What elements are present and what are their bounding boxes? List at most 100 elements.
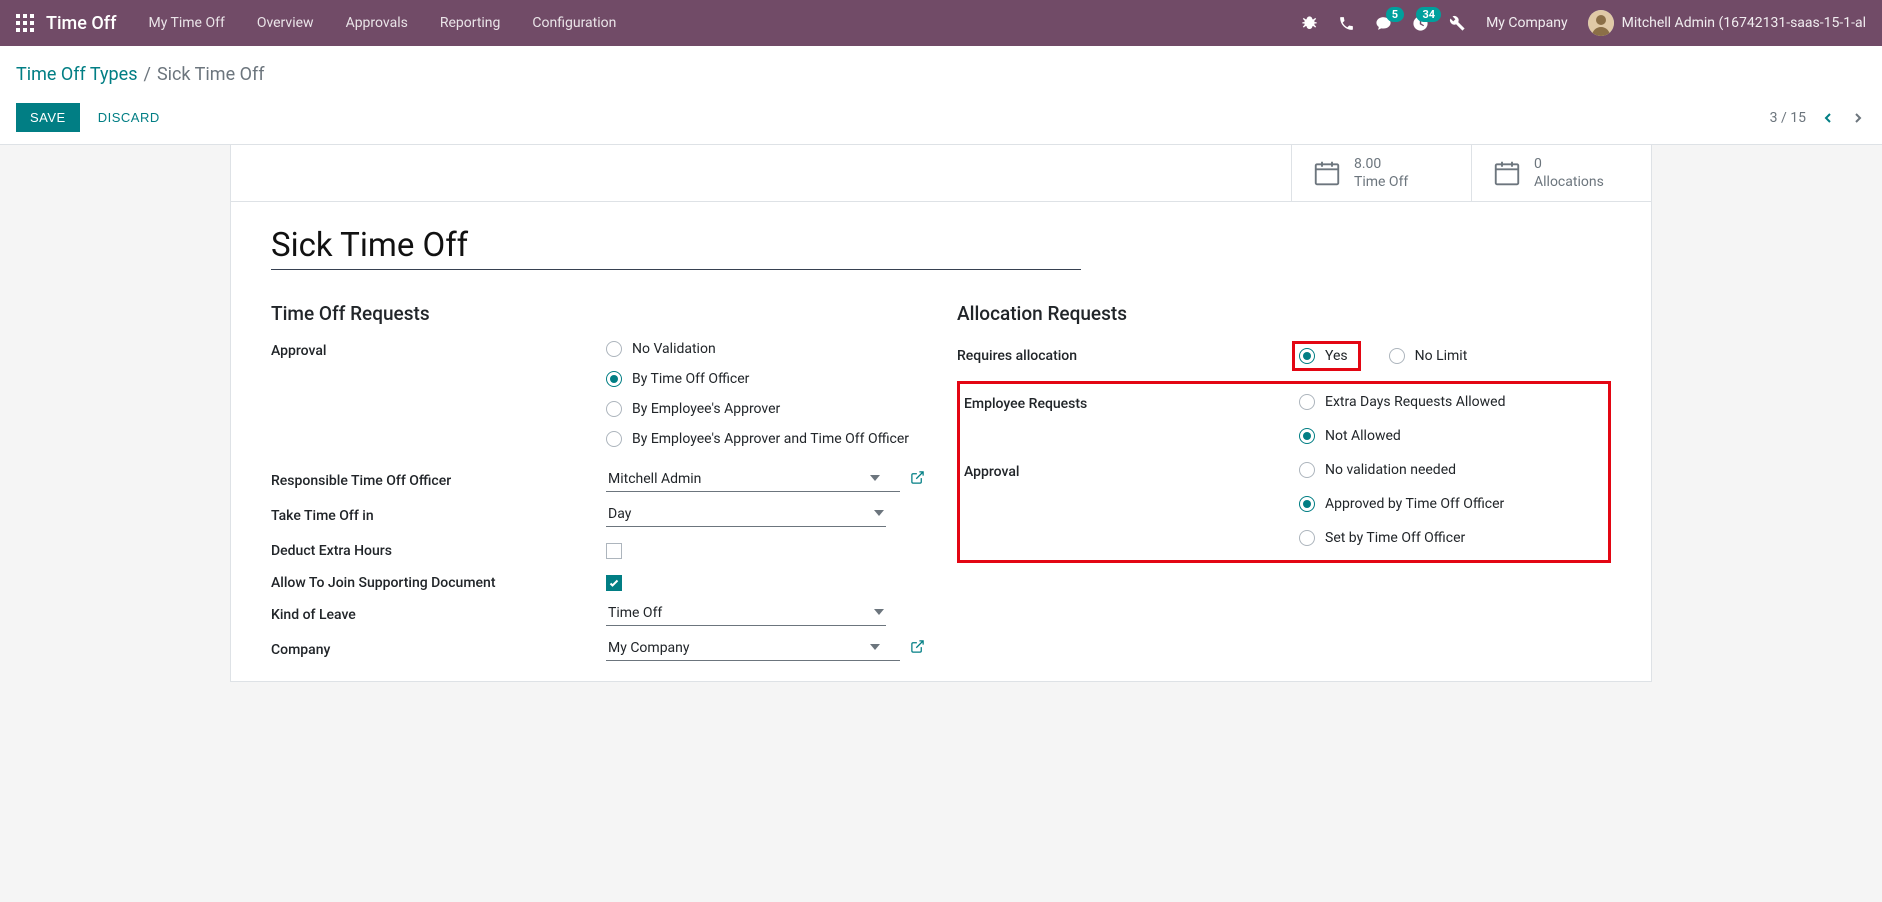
activities-badge: 34 (1416, 7, 1441, 22)
radio-label: Not Allowed (1325, 428, 1401, 444)
radio-by-approver[interactable]: By Employee's Approver (606, 401, 925, 417)
tools-icon[interactable] (1449, 15, 1466, 32)
stat-alloc-label: Allocations (1534, 173, 1604, 191)
stat-allocations[interactable]: 0 Allocations (1471, 145, 1651, 201)
discard-button[interactable]: Discard (84, 103, 174, 132)
radio-label: No Limit (1415, 348, 1468, 364)
nav-user[interactable]: Mitchell Admin (16742131-saas-15-1-al (1588, 10, 1866, 36)
debug-icon[interactable] (1301, 15, 1318, 32)
nav-overview[interactable]: Overview (257, 15, 314, 31)
unit-select[interactable]: Day (606, 502, 886, 527)
label-requires-allocation: Requires allocation (957, 348, 1292, 364)
breadcrumb-parent[interactable]: Time Off Types (16, 64, 138, 85)
radio-label: Extra Days Requests Allowed (1325, 394, 1505, 410)
label-deduct: Deduct Extra Hours (271, 537, 606, 559)
stat-timeoff[interactable]: 8.00 Time Off (1291, 145, 1471, 201)
nav-approvals[interactable]: Approvals (346, 15, 408, 31)
group-allocation-requests: Allocation Requests Requires allocation … (957, 302, 1611, 661)
radio-label: No Validation (632, 341, 716, 357)
kind-value: Time Off (608, 605, 662, 621)
nav-my-time-off[interactable]: My Time Off (148, 15, 224, 31)
pager-prev-icon[interactable] (1820, 110, 1836, 126)
radio-label: By Employee's Approver and Time Off Offi… (632, 431, 909, 447)
radio-label: Set by Time Off Officer (1325, 530, 1465, 546)
nav-menu: My Time Off Overview Approvals Reporting… (148, 15, 1301, 31)
heading-timeoff-requests: Time Off Requests (271, 302, 925, 325)
activities-icon[interactable]: 34 (1412, 15, 1429, 32)
radio-label: No validation needed (1325, 462, 1456, 478)
nav-company[interactable]: My Company (1486, 15, 1568, 31)
radio-circle (1299, 530, 1315, 546)
cp-buttons: Save Discard (16, 103, 174, 132)
caret-down-icon (874, 605, 884, 621)
radio-circle (1299, 348, 1315, 364)
apps-menu-icon[interactable] (16, 14, 34, 32)
highlight-yes: Yes (1292, 341, 1361, 371)
top-navbar: Time Off My Time Off Overview Approvals … (0, 0, 1882, 46)
radio-label: Yes (1325, 348, 1348, 364)
group-timeoff-requests: Time Off Requests Approval No Validation (271, 302, 925, 661)
radio-employee-requests: Extra Days Requests Allowed Not Allowed (1299, 394, 1594, 444)
control-panel: Time Off Types / Sick Time Off Save Disc… (0, 46, 1882, 145)
unit-value: Day (608, 506, 631, 522)
radio-extra-allowed[interactable]: Extra Days Requests Allowed (1299, 394, 1594, 410)
messages-badge: 5 (1386, 7, 1404, 22)
label-kind: Kind of Leave (271, 601, 606, 623)
breadcrumb: Time Off Types / Sick Time Off (16, 64, 1866, 85)
form-title[interactable]: Sick Time Off (271, 226, 1081, 265)
radio-label: Approved by Time Off Officer (1325, 496, 1504, 512)
radio-not-allowed[interactable]: Not Allowed (1299, 428, 1594, 444)
external-link-icon[interactable] (910, 470, 925, 489)
company-input[interactable]: My Company (606, 636, 900, 661)
radio-alloc-approval: No validation needed Approved by Time Of… (1299, 462, 1594, 546)
label-approval: Approval (271, 341, 606, 359)
radio-circle (1299, 394, 1315, 410)
save-button[interactable]: Save (16, 103, 80, 132)
heading-allocation-requests: Allocation Requests (957, 302, 1611, 325)
nav-user-name: Mitchell Admin (16742131-saas-15-1-al (1622, 15, 1866, 31)
caret-down-icon (870, 640, 880, 656)
radio-circle (606, 431, 622, 447)
label-employee-requests: Employee Requests (964, 394, 1299, 412)
company-value: My Company (608, 640, 690, 656)
radio-requires-allocation: Yes No Limit (1292, 341, 1611, 371)
nav-configuration[interactable]: Configuration (532, 15, 616, 31)
cp-bottom: Save Discard 3 / 15 (16, 103, 1866, 132)
pager: 3 / 15 (1770, 110, 1866, 126)
radio-no-limit[interactable]: No Limit (1389, 341, 1468, 371)
radio-set-by-officer[interactable]: Set by Time Off Officer (1299, 530, 1594, 546)
caret-down-icon (870, 471, 880, 487)
nav-right: 5 34 My Company Mitchell Admin (16742131… (1301, 10, 1866, 36)
support-checkbox[interactable] (606, 575, 622, 591)
radio-circle (1299, 428, 1315, 444)
app-brand[interactable]: Time Off (46, 13, 116, 34)
breadcrumb-current: Sick Time Off (157, 64, 265, 85)
stat-bar: 8.00 Time Off 0 Allocations (231, 145, 1651, 202)
radio-label: By Time Off Officer (632, 371, 749, 387)
radio-approved-by-officer[interactable]: Approved by Time Off Officer (1299, 496, 1594, 512)
nav-reporting[interactable]: Reporting (440, 15, 501, 31)
pager-text[interactable]: 3 / 15 (1770, 110, 1806, 126)
radio-no-validation[interactable]: No Validation (606, 341, 925, 357)
responsible-value: Mitchell Admin (608, 471, 701, 487)
radio-yes[interactable]: Yes (1299, 348, 1348, 364)
highlight-allocation-block: Employee Requests Extra Days Requests Al… (957, 381, 1611, 563)
label-responsible: Responsible Time Off Officer (271, 467, 606, 489)
title-underline (271, 269, 1081, 270)
phone-icon[interactable] (1338, 15, 1355, 32)
radio-circle (1389, 348, 1405, 364)
radio-by-officer[interactable]: By Time Off Officer (606, 371, 925, 387)
pager-next-icon[interactable] (1850, 110, 1866, 126)
radio-circle (606, 341, 622, 357)
messages-icon[interactable]: 5 (1375, 15, 1392, 32)
radio-by-both[interactable]: By Employee's Approver and Time Off Offi… (606, 431, 925, 447)
deduct-checkbox[interactable] (606, 543, 622, 559)
radio-no-validation-needed[interactable]: No validation needed (1299, 462, 1594, 478)
external-link-icon[interactable] (910, 639, 925, 658)
calendar-icon (1492, 158, 1522, 188)
radio-circle (1299, 462, 1315, 478)
label-support: Allow To Join Supporting Document (271, 569, 606, 591)
responsible-input[interactable]: Mitchell Admin (606, 467, 900, 492)
kind-select[interactable]: Time Off (606, 601, 886, 626)
avatar (1588, 10, 1614, 36)
